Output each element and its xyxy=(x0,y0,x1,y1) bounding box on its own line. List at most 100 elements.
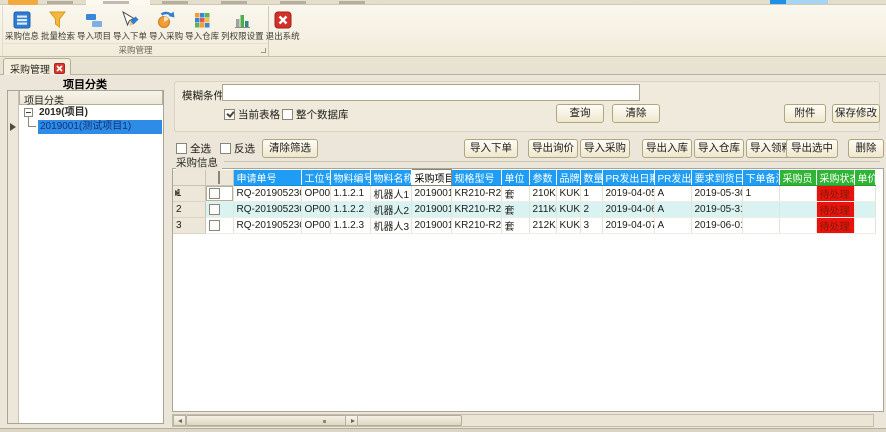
col-header-status[interactable]: 采购状态 xyxy=(816,170,854,186)
ribbon-button-import-warehouse[interactable]: 导入仓库 xyxy=(184,7,220,44)
grid-cell-qty[interactable]: 2 xyxy=(580,202,602,218)
grid-cell-qty[interactable]: 3 xyxy=(580,218,602,234)
grid-cell-spec[interactable]: KR210-R2700 xyxy=(451,186,501,202)
col-header-unit[interactable]: 单位 xyxy=(501,170,529,186)
grid-cell-material_name[interactable]: 机器人1 xyxy=(370,186,411,202)
ribbon-tab-fragment[interactable] xyxy=(162,1,188,4)
clear-button[interactable]: 清除 xyxy=(612,104,660,123)
delete-button[interactable]: 删除 xyxy=(848,139,884,158)
table-row[interactable]: 2RQ-201905230002OP00111.1.2.2机器人22019001… xyxy=(173,202,875,218)
grid-cell-material_no[interactable]: 1.1.2.1 xyxy=(330,186,370,202)
col-header-material_no[interactable]: 物料编号 xyxy=(330,170,370,186)
row-checkbox-cell[interactable] xyxy=(205,202,233,218)
ribbon-tab-fragment[interactable] xyxy=(47,1,73,4)
ribbon-tab-fragment[interactable] xyxy=(280,1,306,4)
horizontal-scrollbar[interactable] xyxy=(172,414,874,427)
grid-cell-unit[interactable]: 套 xyxy=(501,202,529,218)
scrollbar-thumb[interactable] xyxy=(186,415,462,426)
tree-node-2019[interactable]: 2019(项目) xyxy=(19,106,163,120)
ribbon-button-import-purchase[interactable]: 导入采购 xyxy=(148,7,184,44)
checkbox-unchecked-icon[interactable] xyxy=(209,204,220,215)
grid-cell-pr_date[interactable]: 2019-04-06 xyxy=(602,202,654,218)
checkbox-unchecked-icon[interactable] xyxy=(209,220,220,231)
skin-button-fragment[interactable] xyxy=(770,0,828,4)
col-header-qty[interactable]: 数量 xyxy=(580,170,602,186)
grid-cell-pr_date[interactable]: 2019-04-05 xyxy=(602,186,654,202)
grid-cell-station_no[interactable]: OP0010 xyxy=(301,186,330,202)
col-header-buyer[interactable]: 采购员 xyxy=(779,170,816,186)
col-header-pr_date[interactable]: PR发出日期 xyxy=(602,170,654,186)
grid-cell-buyer[interactable] xyxy=(779,202,816,218)
scroll-left-arrow-icon[interactable] xyxy=(173,415,186,426)
group-dialog-launcher-icon[interactable] xyxy=(261,48,266,53)
row-indicator-cell[interactable]: 2 xyxy=(173,202,205,218)
checkbox-unchecked-icon[interactable] xyxy=(209,188,220,199)
import-purchase-button[interactable]: 导入采购 xyxy=(580,139,630,158)
checkbox-unchecked-icon[interactable] xyxy=(176,143,187,154)
ribbon-tab-fragment[interactable] xyxy=(339,1,365,4)
grid-cell-order_note[interactable] xyxy=(742,202,779,218)
grid-cell-price[interactable] xyxy=(854,186,875,202)
grid-cell-apply_no[interactable]: RQ-201905230001 xyxy=(233,186,301,202)
grid-cell-station_no[interactable]: OP0012 xyxy=(301,218,330,234)
grid-cell-unit[interactable]: 套 xyxy=(501,186,529,202)
grid-cell-buyer[interactable] xyxy=(779,186,816,202)
checkbox-whole-database[interactable]: 整个数据库 xyxy=(282,108,349,121)
grid-cell-material_name[interactable]: 机器人3 xyxy=(370,218,411,234)
checkbox-checked-icon[interactable] xyxy=(224,109,235,120)
ribbon-tab-fragment[interactable] xyxy=(221,1,247,4)
tree-column-header[interactable]: 项目分类 xyxy=(19,91,163,105)
checkbox-select-all[interactable]: 全选 xyxy=(176,142,211,155)
import-order-button[interactable]: 导入下单 xyxy=(464,139,518,158)
col-header-req_date[interactable]: 要求到货日期 xyxy=(691,170,742,186)
scroll-right-arrow-icon[interactable] xyxy=(345,415,358,426)
table-row[interactable]: 3RQ-201905230003OP00121.1.2.3机器人32019001… xyxy=(173,218,875,234)
ribbon-button-import-project[interactable]: 导入项目 xyxy=(76,7,112,44)
checkbox-unchecked-icon[interactable] xyxy=(220,143,231,154)
export-inquiry-button[interactable]: 导出询价 xyxy=(528,139,578,158)
grid-cell-material_name[interactable]: 机器人2 xyxy=(370,202,411,218)
grid-cell-pr_date[interactable]: 2019-04-07 xyxy=(602,218,654,234)
grid-cell-param[interactable]: 212Kg xyxy=(529,218,556,234)
col-header-station_no[interactable]: 工位号 xyxy=(301,170,330,186)
export-inbound-button[interactable]: 导出入库 xyxy=(642,139,692,158)
col-header-apply_no[interactable]: 申请单号 xyxy=(233,170,301,186)
select-all-column-header[interactable] xyxy=(205,170,233,186)
grid-cell-apply_no[interactable]: RQ-201905230003 xyxy=(233,218,301,234)
ribbon-button-purchase-info[interactable]: 采购信息 xyxy=(4,7,40,44)
tree-node-2019001[interactable]: 2019001(测试项目1) xyxy=(19,120,163,134)
status-badge[interactable]: 待处理 xyxy=(816,186,854,202)
ribbon-button-column-permission[interactable]: 列权限设置 xyxy=(220,7,265,44)
close-icon[interactable] xyxy=(54,63,65,74)
grid-cell-price[interactable] xyxy=(854,218,875,234)
tree-node-label-selected[interactable]: 2019001(测试项目1) xyxy=(38,120,162,134)
grid-cell-unit[interactable]: 套 xyxy=(501,218,529,234)
save-changes-button[interactable]: 保存修改 xyxy=(832,104,880,123)
checkbox-unchecked-icon[interactable] xyxy=(218,171,220,184)
col-header-order_note[interactable]: 下单备注 xyxy=(742,170,779,186)
grid-cell-pr_sender[interactable]: A xyxy=(654,218,691,234)
grid-cell-param[interactable]: 210Kg xyxy=(529,186,556,202)
checkbox-current-table[interactable]: 当前表格 xyxy=(224,108,280,121)
row-checkbox-cell[interactable] xyxy=(205,186,233,202)
row-indicator-cell[interactable]: 1 xyxy=(173,186,205,202)
grid-cell-qty[interactable]: 1 xyxy=(580,186,602,202)
grid-cell-spec[interactable]: KR210-R2702 xyxy=(451,218,501,234)
grid-cell-order_note[interactable]: 1 xyxy=(742,186,779,202)
grid-cell-param[interactable]: 211Kg xyxy=(529,202,556,218)
status-badge[interactable]: 待处理 xyxy=(816,218,854,234)
grid-cell-req_date[interactable]: 2019-05-30 xyxy=(691,186,742,202)
col-header-price[interactable]: 单价 xyxy=(854,170,875,186)
col-header-brand[interactable]: 品牌 xyxy=(556,170,580,186)
grid-cell-brand[interactable]: KUKA xyxy=(556,202,580,218)
grid-cell-order_note[interactable] xyxy=(742,218,779,234)
grid-cell-brand[interactable]: KUKA xyxy=(556,186,580,202)
ribbon-button-batch-search[interactable]: 批量检索 xyxy=(40,7,76,44)
grid-cell-buyer[interactable] xyxy=(779,218,816,234)
grid-cell-material_no[interactable]: 1.1.2.3 xyxy=(330,218,370,234)
ribbon-button-exit-system[interactable]: 退出系统 xyxy=(265,7,301,44)
grid-cell-pr_sender[interactable]: A xyxy=(654,186,691,202)
grid-cell-material_no[interactable]: 1.1.2.2 xyxy=(330,202,370,218)
col-header-spec[interactable]: 规格型号 xyxy=(451,170,501,186)
grid-cell-station_no[interactable]: OP0011 xyxy=(301,202,330,218)
